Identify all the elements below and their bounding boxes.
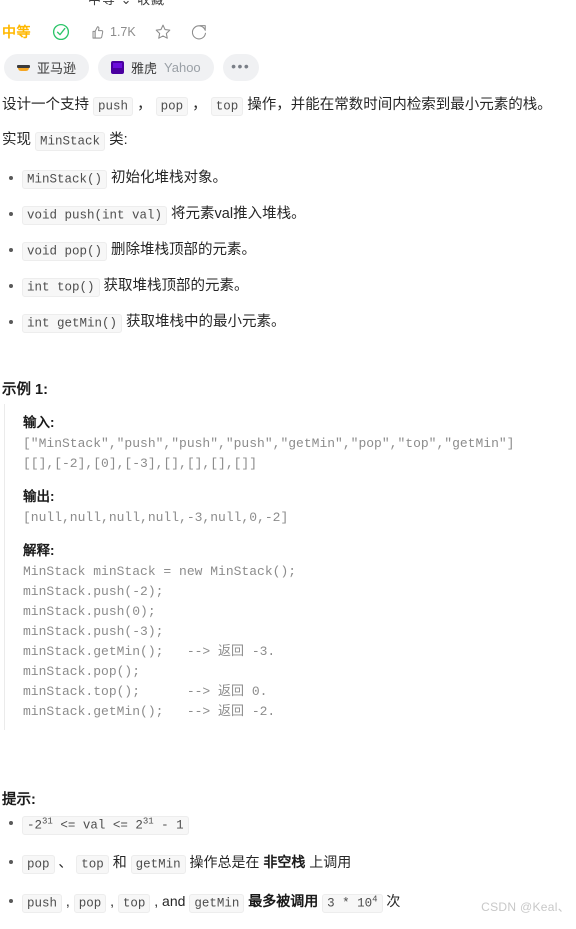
- api-signature: int top(): [22, 277, 100, 297]
- hint-text: 上调用: [305, 854, 352, 870]
- hint-mid: <= val <= 2: [52, 818, 143, 832]
- thumbs-up-icon: [92, 25, 104, 39]
- inline-code-pop: pop: [155, 96, 189, 116]
- api-signature: void push(int val): [22, 205, 168, 225]
- tag-label: 雅虎: [131, 61, 158, 76]
- api-signature: int getMin(): [22, 313, 123, 333]
- clipped-header-text: 中等 ⌄ 收藏: [88, 0, 165, 8]
- hint-emphasis: 最多被调用: [244, 893, 323, 909]
- example-explain-label: 解释:: [23, 543, 55, 558]
- desc-text-b: 操作，并能在常数时间内检索到最小元素的栈。: [243, 97, 552, 113]
- hint-text: 和: [108, 854, 131, 870]
- api-description: 将元素val推入堆栈。: [167, 206, 306, 222]
- desc-text-a: 设计一个支持: [2, 97, 94, 113]
- company-tags-row: 亚马逊 雅虎 Yahoo •••: [0, 54, 576, 81]
- list-item: int getMin() 获取堆栈中的最小元素。: [0, 312, 576, 333]
- solved-status-button[interactable]: [43, 18, 79, 46]
- inline-code-pop: pop: [73, 893, 107, 913]
- hint-text: ,: [62, 893, 74, 909]
- hint-exponent: 4: [372, 893, 378, 904]
- description-paragraph-2: 实现 MinStack 类:: [0, 127, 576, 154]
- hint-exponent: 31: [142, 815, 154, 826]
- inline-code-minstack: MinStack: [35, 131, 106, 151]
- inline-code-push: push: [22, 893, 63, 913]
- api-signature: void pop(): [22, 241, 108, 261]
- api-signature: MinStack(): [22, 169, 108, 189]
- star-icon: [155, 24, 171, 39]
- share-button[interactable]: [181, 18, 217, 46]
- like-button[interactable]: 1.7K: [79, 18, 145, 46]
- desc-sep-1: ，: [133, 97, 156, 113]
- description-paragraph-1: 设计一个支持 push ， pop ， top 操作，并能在常数时间内检索到最小…: [0, 92, 576, 119]
- tag-label: 亚马逊: [37, 61, 77, 76]
- inline-code-getmin: getMin: [189, 893, 245, 913]
- hint-text: 次: [382, 893, 401, 909]
- hints-title: 提示:: [2, 792, 36, 808]
- hint-text: 、: [54, 854, 77, 870]
- list-item: int top() 获取堆栈顶部的元素。: [0, 276, 576, 297]
- yahoo-logo-icon: [111, 61, 125, 74]
- example-input-value: ["MinStack","push","push","push","getMin…: [23, 436, 515, 471]
- desc-text-d: 类:: [105, 132, 128, 148]
- hint-emphasis: 非空栈: [263, 854, 306, 870]
- list-item: void pop() 删除堆栈顶部的元素。: [0, 240, 576, 261]
- hint-constraint-range: -231 <= val <= 231 - 1: [22, 815, 189, 835]
- example-block: 输入: ["MinStack","push","push","push","ge…: [4, 404, 564, 730]
- inline-code-top: top: [117, 893, 151, 913]
- api-method-list: MinStack() 初始化堆栈对象。 void push(int val) 将…: [0, 168, 576, 333]
- tag-chip-yahoo[interactable]: 雅虎 Yahoo: [98, 54, 214, 81]
- desc-text-c: 实现: [2, 132, 36, 148]
- example-output-label: 输出:: [23, 489, 55, 504]
- favorite-button[interactable]: [145, 18, 181, 46]
- tag-chip-amazon[interactable]: 亚马逊: [4, 54, 90, 81]
- watermark: CSDN @Keal、: [481, 900, 570, 914]
- difficulty-badge: 中等: [2, 24, 31, 40]
- share-icon: [191, 25, 206, 40]
- list-item: pop 、 top 和 getMin 操作总是在 非空栈 上调用: [0, 851, 576, 875]
- clipped-header-row: 中等 ⌄ 收藏: [0, 0, 576, 9]
- inline-code-pop: pop: [22, 854, 55, 874]
- tag-sublabel: Yahoo: [164, 60, 201, 75]
- inline-code-push: push: [93, 96, 134, 116]
- hint-number: 3 * 10: [327, 896, 373, 910]
- inline-code-top: top: [210, 96, 244, 116]
- problem-description: 设计一个支持 push ， pop ， top 操作，并能在常数时间内检索到最小…: [0, 92, 576, 348]
- hint-text: ,: [106, 893, 118, 909]
- problem-meta-row: 中等 1.7K: [0, 17, 576, 47]
- api-description: 删除堆栈顶部的元素。: [107, 242, 257, 258]
- inline-code-top: top: [76, 854, 109, 874]
- example-title: 示例 1:: [2, 382, 48, 398]
- hint-prefix: -2: [27, 818, 43, 832]
- hint-exponent: 31: [42, 815, 53, 826]
- more-tags-button[interactable]: •••: [222, 54, 259, 81]
- hint-call-limit: 3 * 104: [322, 893, 383, 913]
- api-description: 获取堆栈顶部的元素。: [99, 278, 249, 294]
- api-description: 初始化堆栈对象。: [107, 170, 228, 186]
- desc-sep-2: ，: [188, 97, 211, 113]
- check-circle-icon: [52, 23, 70, 41]
- list-item: MinStack() 初始化堆栈对象。: [0, 168, 576, 189]
- amazon-logo-icon: [17, 61, 30, 74]
- example-explain-value: MinStack minStack = new MinStack(); minS…: [23, 564, 297, 719]
- api-description: 获取堆栈中的最小元素。: [122, 314, 286, 330]
- example-output-value: [null,null,null,null,-3,null,0,-2]: [23, 510, 289, 525]
- problem-page: 中等 ⌄ 收藏 中等 1.7K: [0, 0, 576, 921]
- hint-suffix: - 1: [153, 818, 184, 832]
- list-item: void push(int val) 将元素val推入堆栈。: [0, 204, 576, 225]
- meta-icon-group: 1.7K: [31, 18, 217, 46]
- inline-code-getmin: getMin: [130, 854, 186, 874]
- example-input-label: 输入:: [23, 415, 55, 430]
- hint-text: , and: [150, 893, 190, 909]
- hint-text: 操作总是在: [185, 854, 264, 870]
- like-count: 1.7K: [110, 25, 136, 39]
- list-item: -231 <= val <= 231 - 1: [0, 812, 576, 836]
